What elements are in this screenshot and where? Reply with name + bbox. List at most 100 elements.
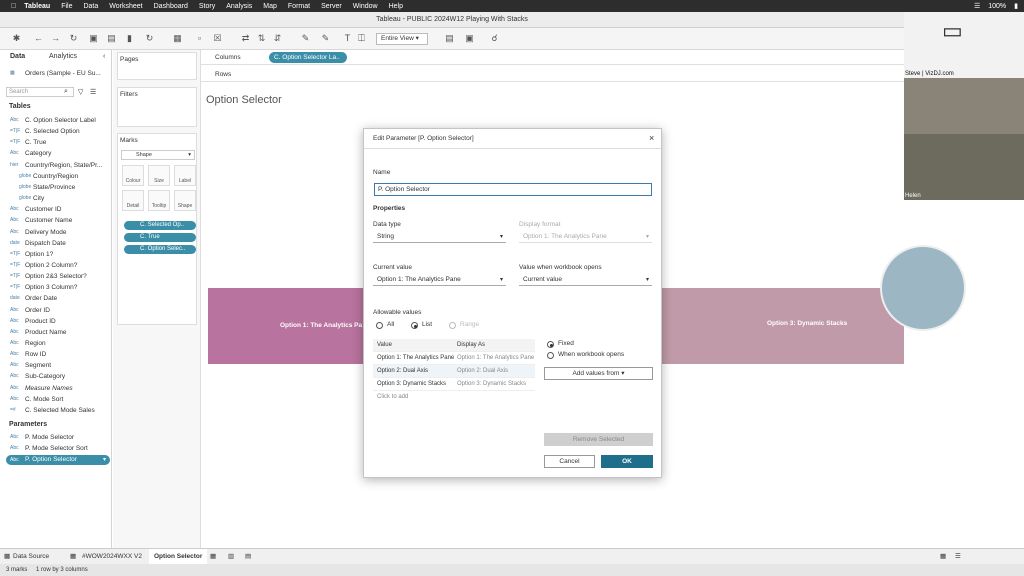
tooltip-button[interactable]: Tooltip (148, 190, 170, 211)
redo-icon[interactable]: → (50, 33, 61, 44)
menu-file[interactable]: File (61, 3, 72, 10)
show-cards-icon[interactable]: ▤ (444, 33, 455, 44)
menu-dashboard[interactable]: Dashboard (154, 3, 188, 10)
field-item[interactable]: Abc Measure Names (0, 383, 112, 394)
new-sheet-icon[interactable]: ▦ (172, 33, 183, 44)
detail-button[interactable]: Detail (122, 190, 144, 211)
undo-icon[interactable]: ← (33, 33, 44, 44)
field-item[interactable]: =T|F C. True (0, 137, 112, 148)
collapse-icon[interactable]: ‹ (103, 53, 105, 60)
field-item[interactable]: Abc Product Name (0, 327, 112, 338)
current-value-select[interactable]: Option 1: The Analytics Pane ▾ (373, 274, 506, 286)
menu-worksheet[interactable]: Worksheet (109, 3, 142, 10)
table-row[interactable]: Option 3: Dynamic Stacks Option 3: Dynami… (373, 378, 535, 391)
field-item[interactable]: Abc Customer Name (0, 215, 112, 226)
radio-when-opens[interactable] (547, 352, 554, 359)
tab-sheet-wow[interactable]: #WOW2024WXX V2 (82, 549, 142, 565)
battery-icon[interactable]: ▮ (1014, 2, 1018, 10)
mark-type-select[interactable]: Shape ▾ (121, 150, 195, 160)
video-tile[interactable]: ▭ Steve | VizDJ.com (904, 12, 1024, 78)
click-to-add[interactable]: Click to add (377, 391, 408, 404)
tableau-logo-icon[interactable]: ✱ (11, 33, 22, 44)
mark-pill[interactable]: C. True (124, 233, 196, 242)
parameter-item[interactable]: Abc P. Mode Selector Sort (0, 443, 112, 454)
apple-icon[interactable]:  (11, 3, 16, 10)
duplicate-icon[interactable]: ▫ (194, 33, 205, 44)
field-item[interactable]: =T|F Option 2&3 Selector? (0, 271, 112, 282)
datasource-item[interactable]: ▩ Orders (Sample - EU Su... (0, 68, 112, 79)
rows-shelf[interactable]: Rows (201, 67, 904, 82)
workbook-opens-select[interactable]: Current value ▾ (519, 274, 652, 286)
field-item[interactable]: date Dispatch Date (0, 238, 112, 249)
field-item[interactable]: date Order Date (0, 293, 112, 304)
row-display[interactable]: Option 3: Dynamic Stacks (457, 378, 535, 391)
radio-list[interactable] (411, 322, 418, 329)
view-size-select[interactable]: Entire View ▾ (376, 33, 428, 45)
grid-view-icon[interactable]: ▦ (940, 549, 946, 565)
label-button[interactable]: Label (174, 165, 196, 186)
columns-pill[interactable]: C. Option Selector La.. (269, 52, 347, 63)
add-values-from-button[interactable]: Add values from ▾ (544, 367, 653, 380)
list-view-icon[interactable]: ☰ (955, 549, 961, 565)
battery-label[interactable]: 100% (988, 3, 1006, 10)
radio-all[interactable] (376, 322, 383, 329)
field-item[interactable]: Abc Delivery Mode (0, 227, 112, 238)
data-type-select[interactable]: String ▾ (373, 231, 506, 243)
presentation-icon[interactable]: ▣ (464, 33, 475, 44)
new-dashboard-icon[interactable]: ▥ (228, 549, 234, 565)
group-icon[interactable]: ✎ (320, 33, 331, 44)
field-item[interactable]: Abc C. Option Selector Label (0, 115, 112, 126)
chevron-down-icon[interactable]: ▾ (103, 455, 106, 465)
field-item[interactable]: hier Country/Region, State/Pr... (0, 160, 112, 171)
menu-data[interactable]: Data (83, 3, 98, 10)
menu-help[interactable]: Help (389, 3, 403, 10)
menu-analysis[interactable]: Analysis (226, 3, 252, 10)
field-item[interactable]: =T|F Option 2 Column? (0, 260, 112, 271)
tab-option-selector[interactable]: Option Selector (149, 549, 208, 565)
field-item[interactable]: Abc Product ID (0, 316, 112, 327)
field-item[interactable]: globe City (0, 193, 112, 204)
wifi-icon[interactable]: ☰ (974, 2, 980, 10)
field-item[interactable]: Abc Row ID (0, 349, 112, 360)
field-item[interactable]: Abc Sub-Category (0, 371, 112, 382)
row-display[interactable]: Option 2: Dual Axis (457, 365, 535, 378)
option1-block[interactable]: Option 1: The Analytics Pa (208, 288, 364, 364)
field-item[interactable]: =# C. Selected Mode Sales (0, 405, 112, 416)
radio-fixed[interactable] (547, 341, 554, 348)
highlight-icon[interactable]: ✎ (300, 33, 311, 44)
menu-format[interactable]: Format (288, 3, 310, 10)
click-to-add-row[interactable]: Click to add (373, 391, 535, 404)
menu-story[interactable]: Story (199, 3, 215, 10)
datasource-icon[interactable]: ▩ (4, 549, 10, 565)
parameter-item-selected[interactable]: Abc P. Option Selector ▾ (6, 455, 110, 465)
refresh-icon[interactable]: ↻ (144, 33, 155, 44)
app-menu[interactable]: Tableau (24, 3, 50, 10)
filters-shelf[interactable]: Filters (117, 87, 197, 127)
field-item[interactable]: =T|F C. Selected Option (0, 126, 112, 137)
menu-window[interactable]: Window (353, 3, 378, 10)
pages-shelf[interactable]: Pages (117, 52, 197, 80)
presenter-video-bubble[interactable] (880, 245, 966, 331)
field-item[interactable]: =T|F Option 3 Column? (0, 282, 112, 293)
row-value[interactable]: Option 1: The Analytics Pane (377, 352, 455, 365)
video-tile[interactable]: Helen (904, 134, 1024, 200)
field-item[interactable]: Abc Region (0, 338, 112, 349)
field-item[interactable]: globe State/Province (0, 182, 112, 193)
clear-sheet-icon[interactable]: ☒ (212, 33, 223, 44)
row-value[interactable]: Option 2: Dual Axis (377, 365, 455, 378)
ok-button[interactable]: OK (601, 455, 653, 468)
field-item[interactable]: Abc Order ID (0, 305, 112, 316)
sort-asc-icon[interactable]: ⇅ (256, 33, 267, 44)
new-story-icon[interactable]: ▤ (245, 549, 251, 565)
tab-analytics[interactable]: Analytics (49, 53, 77, 60)
filter-icon[interactable]: ▽ (78, 88, 83, 96)
tab-data-source[interactable]: Data Source (13, 549, 49, 565)
sort-desc-icon[interactable]: ⇵ (272, 33, 283, 44)
mark-pill[interactable]: C. Selected Op.. (124, 221, 196, 230)
share-icon[interactable]: ☌ (489, 33, 500, 44)
row-value[interactable]: Option 3: Dynamic Stacks (377, 378, 455, 391)
field-item[interactable]: Abc Customer ID (0, 204, 112, 215)
labels-icon[interactable]: T (342, 33, 353, 44)
size-button[interactable]: Size (148, 165, 170, 186)
field-item[interactable]: globe Country/Region (0, 171, 112, 182)
